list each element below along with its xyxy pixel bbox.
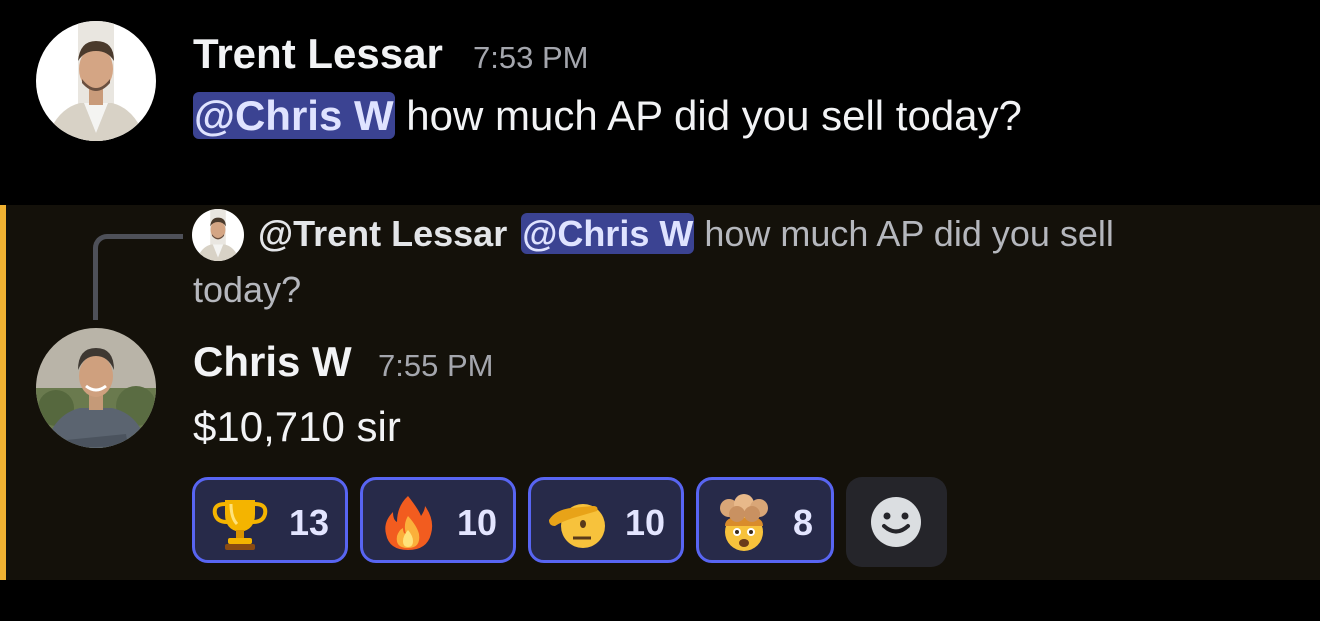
message-content: $10,710 sir xyxy=(193,403,401,450)
reaction-count: 13 xyxy=(289,502,330,543)
reaction-count: 10 xyxy=(625,502,666,543)
reaction-salute[interactable]: 10 xyxy=(528,477,684,563)
message-text: how much AP did you sell today? xyxy=(394,92,1022,139)
saluting-face-emoji xyxy=(549,504,605,548)
fire-emoji xyxy=(385,496,433,550)
trophy-emoji xyxy=(212,500,268,550)
reply-author[interactable]: @Trent Lessar xyxy=(258,213,507,254)
reaction-exploding-head[interactable]: 8 xyxy=(696,477,834,563)
message-trent[interactable]: Trent Lessar 7:53 PM @Chris W how much A… xyxy=(0,0,1320,205)
user-mention[interactable]: @Chris W xyxy=(193,92,395,139)
message-chris[interactable]: @Trent Lessar @Chris W how much AP did yo… xyxy=(0,205,1320,580)
exploding-head-emoji xyxy=(720,494,768,551)
reaction-count: 8 xyxy=(793,502,814,543)
reply-mention[interactable]: @Chris W xyxy=(521,213,695,254)
chat-view: Trent Lessar 7:53 PM @Chris W how much A… xyxy=(0,0,1320,621)
replied-message-preview[interactable]: @Trent Lessar @Chris W how much AP did yo… xyxy=(258,213,1114,255)
author-name[interactable]: Chris W xyxy=(193,338,352,386)
reaction-count: 10 xyxy=(457,502,498,543)
reaction-fire[interactable]: 10 xyxy=(360,477,516,563)
add-reaction-button[interactable] xyxy=(846,477,947,567)
reaction-trophy[interactable]: 13 xyxy=(192,477,348,563)
message-content: @Chris W how much AP did you sell today? xyxy=(193,92,1022,140)
add-reaction-icon xyxy=(871,497,921,547)
reply-text-continued: today? xyxy=(193,269,302,310)
avatar[interactable] xyxy=(36,328,156,448)
message-timestamp: 7:55 PM xyxy=(378,348,494,383)
avatar[interactable] xyxy=(36,21,156,141)
mention-highlight-bar xyxy=(0,205,6,580)
reply-avatar[interactable] xyxy=(192,209,244,261)
reply-connector xyxy=(93,234,183,320)
reply-text: how much AP did you sell xyxy=(694,213,1114,254)
message-timestamp: 7:53 PM xyxy=(473,40,589,75)
author-name[interactable]: Trent Lessar xyxy=(193,30,443,78)
